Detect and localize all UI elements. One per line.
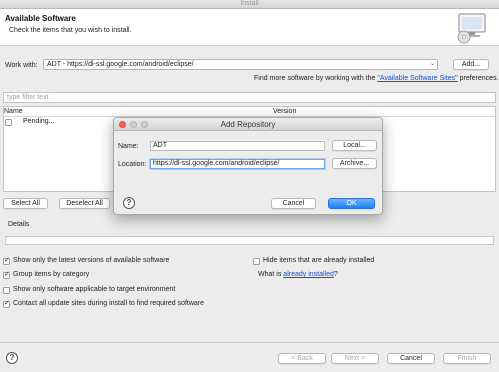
what-is-suffix: ? [333, 271, 338, 278]
help-icon[interactable]: ? [6, 352, 18, 364]
details-label: Details [8, 221, 30, 228]
zoom-window-icon[interactable] [141, 121, 148, 128]
find-more-prefix: Find more software by working with the [254, 75, 378, 82]
local-button[interactable]: Local... [332, 140, 377, 151]
finish-button[interactable]: Finish [443, 353, 491, 364]
window-title: Install [240, 0, 259, 7]
location-value: https://dl-ssl.google.com/android/eclips… [153, 160, 280, 167]
wizard-header: Available Software Check the items that … [0, 9, 499, 46]
minimize-window-icon[interactable] [130, 121, 137, 128]
back-button[interactable]: < Back [278, 353, 326, 364]
cancel-button[interactable]: Cancel [387, 353, 435, 364]
row-checkbox[interactable] [5, 119, 12, 126]
hide-installed-label: Hide items that are already installed [263, 257, 375, 264]
find-more-text: Find more software by working with the "… [254, 75, 499, 82]
table-header: Name Version [4, 107, 495, 117]
dialog-title: Add Repository [220, 120, 276, 129]
chevron-down-icon[interactable]: ⌄ [430, 60, 435, 69]
location-label: Location: [118, 161, 147, 168]
window-titlebar: Install [0, 0, 499, 9]
latest-versions-label: Show only the latest versions of availab… [13, 257, 170, 264]
name-label: Name: [118, 143, 139, 150]
already-installed-link[interactable]: already installed [283, 271, 334, 278]
dialog-cancel-button[interactable]: Cancel [271, 198, 316, 209]
work-with-value: ADT - https://dl-ssl.google.com/android/… [47, 61, 194, 68]
name-value: ADT [153, 142, 167, 149]
close-window-icon[interactable] [119, 121, 126, 128]
install-banner-icon [457, 13, 486, 44]
group-by-category-label: Group items by category [13, 271, 90, 278]
column-header-name[interactable]: Name [4, 108, 23, 115]
dialog-titlebar: Add Repository [114, 118, 382, 131]
dialog-help-icon[interactable]: ? [123, 197, 135, 209]
available-sites-link[interactable]: "Available Software Sites" [377, 75, 457, 82]
select-all-button[interactable]: Select All [3, 198, 48, 209]
what-is-prefix: What is [258, 271, 284, 278]
details-box [5, 236, 494, 245]
page-title: Available Software [5, 14, 76, 23]
footer-separator [0, 342, 499, 343]
applicable-only-checkbox[interactable] [3, 287, 10, 294]
applicable-only-label: Show only software applicable to target … [13, 286, 176, 293]
filter-input[interactable]: type filter text [3, 92, 496, 103]
add-site-button[interactable]: Add... [453, 59, 489, 70]
row-name: Pending... [23, 118, 55, 125]
contact-sites-label: Contact all update sites during install … [13, 300, 205, 307]
hide-installed-checkbox[interactable] [253, 258, 260, 265]
page-subtitle: Check the items that you wish to install… [9, 27, 132, 34]
work-with-combo[interactable]: ADT - https://dl-ssl.google.com/android/… [43, 59, 438, 70]
column-header-version[interactable]: Version [273, 108, 296, 115]
filter-placeholder: type filter text [7, 94, 49, 101]
what-is-installed: What is already installed? [258, 271, 338, 278]
add-repository-dialog: Add Repository Name: ADT Local... Locati… [113, 117, 383, 215]
name-field[interactable]: ADT [150, 141, 325, 151]
work-with-label: Work with: [5, 62, 38, 69]
find-more-suffix: preferences. [457, 75, 499, 82]
deselect-all-button[interactable]: Deselect All [59, 198, 110, 209]
contact-sites-checkbox[interactable] [3, 299, 10, 308]
group-by-category-checkbox[interactable] [3, 270, 10, 279]
location-field[interactable]: https://dl-ssl.google.com/android/eclips… [150, 159, 325, 169]
next-button[interactable]: Next > [331, 353, 379, 364]
latest-versions-checkbox[interactable] [3, 256, 10, 265]
archive-button[interactable]: Archive... [332, 158, 377, 169]
dialog-ok-button[interactable]: OK [328, 198, 375, 209]
